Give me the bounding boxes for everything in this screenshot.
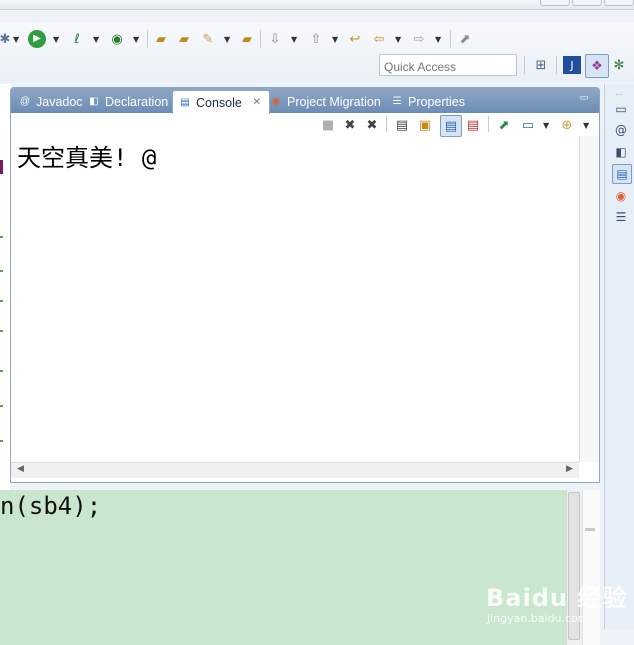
quick-access-input[interactable] (379, 54, 517, 76)
javadoc-icon: @ (19, 95, 31, 107)
properties-icon: ☰ (392, 95, 402, 107)
window-minimize-button[interactable] (540, 0, 570, 6)
forward-dropdown[interactable]: ▼ (435, 35, 441, 44)
minimize-view-icon[interactable]: ▭ (577, 93, 591, 105)
scroll-left-arrow-icon[interactable]: ◀ (17, 464, 24, 474)
close-icon[interactable]: ✕ (251, 97, 263, 109)
pin-console-icon[interactable]: ⬈ (496, 117, 512, 133)
remove-all-launches-icon[interactable]: ✖ (364, 117, 380, 133)
trim-handle: ⋯ (615, 90, 623, 99)
external-tools-dropdown[interactable]: ▼ (133, 35, 139, 44)
next-annotation-dropdown[interactable]: ▼ (291, 35, 297, 44)
display-selected-console-icon[interactable]: ▭ (520, 117, 536, 133)
back-dropdown[interactable]: ▼ (395, 35, 401, 44)
debug-dropdown[interactable]: ▼ (13, 35, 19, 44)
console-vertical-scrollbar[interactable] (579, 136, 599, 462)
remove-launch-icon[interactable]: ✖ (342, 117, 358, 133)
tab-console[interactable]: ▤ Console ✕ (172, 90, 270, 114)
code-line: n(sb4); (0, 492, 102, 520)
tab-label: Javadoc (36, 94, 83, 109)
external-tools-icon[interactable]: ◉ (108, 30, 126, 48)
tab-properties[interactable]: ☰ Properties (385, 90, 471, 113)
javadoc-trim-icon[interactable]: @ (612, 121, 630, 139)
console-output[interactable]: 天空真美! @ (17, 138, 156, 173)
run-icon[interactable]: ▶ (28, 30, 46, 48)
migration-trim-icon[interactable]: ◉ (612, 187, 630, 205)
overview-marker (585, 528, 595, 531)
console-icon: ▤ (180, 96, 190, 108)
previous-annotation-dropdown[interactable]: ▼ (332, 35, 338, 44)
open-console-icon[interactable]: ⊕ (559, 117, 575, 133)
back-icon[interactable]: ⇦ (370, 30, 388, 48)
declaration-trim-icon[interactable]: ◧ (612, 143, 630, 161)
window-title-strip (0, 0, 634, 10)
open-perspective-icon[interactable]: ⊞ (532, 56, 550, 74)
console-horizontal-scrollbar[interactable] (11, 462, 579, 478)
watermark-url: jingyan.baidu.com (487, 612, 589, 625)
clear-console-icon[interactable]: ▤ (394, 117, 410, 133)
tab-label: Declaration (105, 94, 169, 109)
window-close-button[interactable] (604, 0, 634, 6)
coverage-icon[interactable]: ℓ (68, 30, 86, 48)
console-trim-icon[interactable]: ▤ (612, 164, 632, 184)
terminate-icon[interactable]: ■ (320, 117, 336, 133)
open-folder-icon[interactable]: ▰ (175, 30, 193, 48)
coverage-dropdown[interactable]: ▼ (93, 35, 99, 44)
show-on-output-icon[interactable]: ▤ (440, 115, 462, 137)
next-annotation-icon[interactable]: ⇩ (266, 30, 284, 48)
java-ee-perspective-icon[interactable]: J (563, 56, 581, 74)
tab-declaration[interactable]: ◧ Declaration (82, 90, 174, 113)
properties-trim-icon[interactable]: ☰ (612, 208, 630, 226)
scroll-lock-icon[interactable]: ▣ (417, 117, 433, 133)
debug-icon[interactable]: ✱ (0, 31, 10, 47)
window-maximize-button[interactable] (572, 0, 602, 6)
new-wizard-icon[interactable]: ✎ (199, 30, 217, 48)
java-perspective-icon[interactable]: ❖ (585, 54, 609, 78)
watermark-logo: Baidu 经验 (486, 584, 628, 612)
tab-project-migration[interactable]: ◉ Project Migration (264, 90, 387, 113)
scroll-right-arrow-icon[interactable]: ▶ (566, 464, 573, 474)
display-console-dropdown[interactable]: ▼ (543, 121, 549, 130)
debug-perspective-icon[interactable]: ✻ (610, 56, 628, 74)
declaration-icon: ◧ (89, 95, 99, 107)
migration-icon: ◉ (271, 95, 281, 107)
tab-javadoc[interactable]: @ Javadoc (13, 90, 89, 113)
open-type-icon[interactable]: ▰ (238, 30, 256, 48)
tab-label: Project Migration (287, 94, 381, 109)
run-dropdown[interactable]: ▼ (53, 35, 59, 44)
tab-label: Properties (408, 94, 465, 109)
forward-icon[interactable]: ⇨ (410, 30, 428, 48)
open-console-dropdown[interactable]: ▼ (583, 121, 589, 130)
restore-icon[interactable]: ▭ (612, 100, 630, 118)
new-java-project-icon[interactable]: ▰ (152, 30, 170, 48)
new-wizard-dropdown[interactable]: ▼ (224, 35, 230, 44)
previous-annotation-icon[interactable]: ⇧ (307, 30, 325, 48)
tab-label: Console (196, 95, 242, 110)
last-edit-icon[interactable]: ↩ (346, 30, 364, 48)
show-on-error-icon[interactable]: ▤ (465, 117, 481, 133)
pin-editor-icon[interactable]: ⬈ (456, 30, 474, 48)
